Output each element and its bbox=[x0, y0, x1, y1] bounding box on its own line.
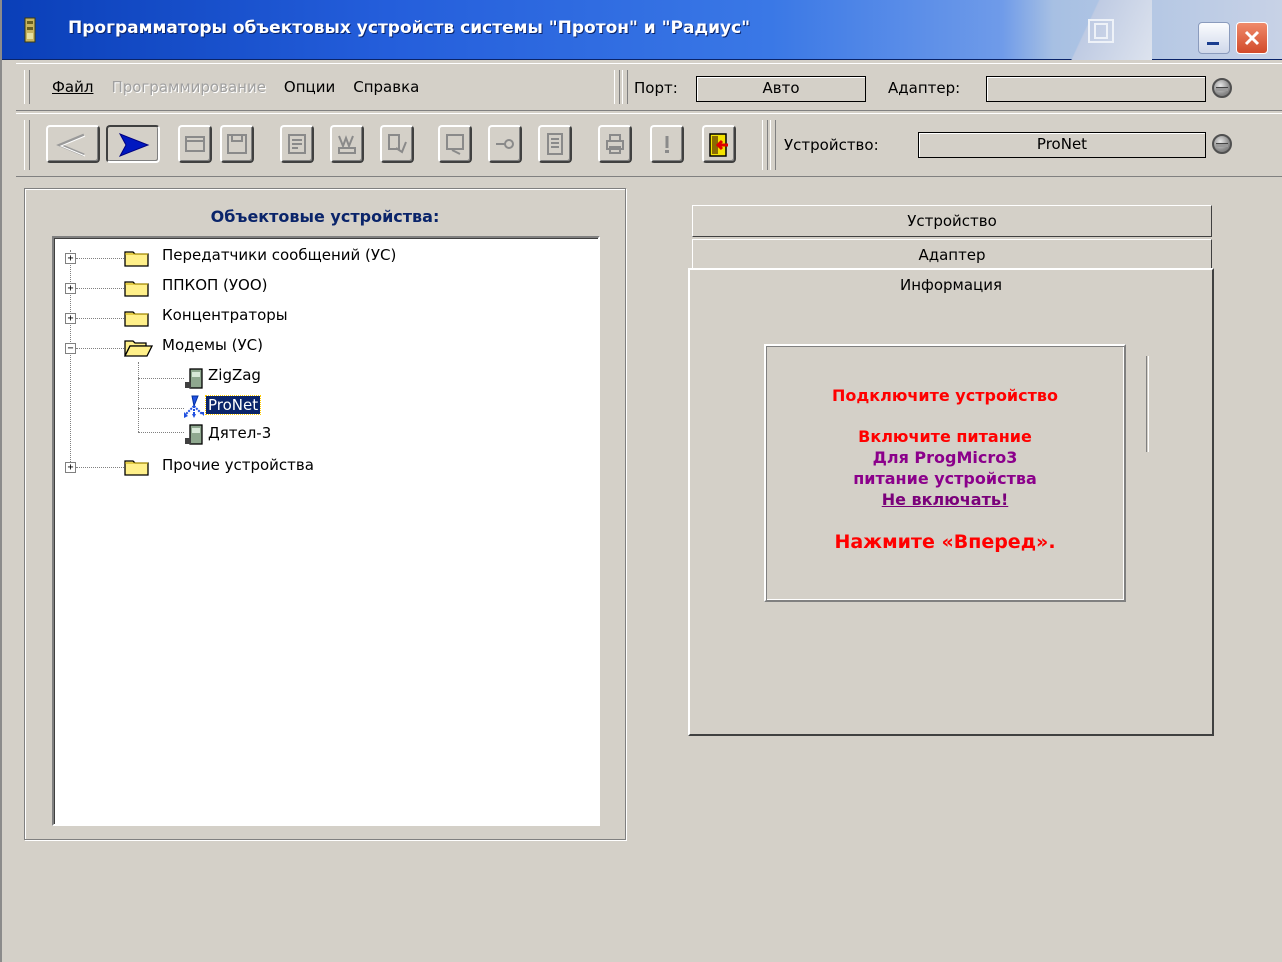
menu-grip bbox=[24, 70, 30, 104]
exit-button[interactable] bbox=[702, 125, 736, 163]
device-label: Устройство: bbox=[784, 136, 879, 154]
tree-item-pronet[interactable]: ProNet bbox=[204, 395, 262, 415]
read-button[interactable] bbox=[280, 125, 314, 163]
connection-grip-2 bbox=[622, 70, 628, 104]
tree-connector bbox=[76, 288, 124, 289]
read-icon bbox=[288, 134, 306, 154]
tree-item-transmitters[interactable]: Передатчики сообщений (УС) bbox=[162, 246, 396, 264]
folder-icon bbox=[124, 311, 149, 327]
info-line-power-device: питание устройства bbox=[853, 469, 1037, 488]
forward-icon bbox=[118, 133, 150, 157]
device-tree[interactable]: + Передатчики сообщений (УС) + ППКОП (УО… bbox=[52, 236, 600, 826]
tree-child-line bbox=[138, 362, 139, 432]
menu-programming: Программирование bbox=[111, 78, 266, 96]
verify-icon bbox=[388, 134, 407, 154]
tree-item-zigzag[interactable]: ZigZag bbox=[208, 366, 261, 384]
folder-icon bbox=[124, 281, 149, 297]
restore-deco-icon bbox=[1088, 19, 1114, 43]
menu-file-label: Файл bbox=[52, 78, 94, 96]
menu-band: Файл Программирование Опции Справка Порт… bbox=[16, 63, 1282, 111]
minimize-button[interactable] bbox=[1198, 22, 1230, 54]
port-field[interactable]: Авто bbox=[696, 76, 866, 102]
report-button[interactable] bbox=[538, 125, 572, 163]
main-window: Программаторы объектовых устройств систе… bbox=[0, 0, 1282, 962]
network-device-icon bbox=[184, 395, 204, 418]
window-title: Программаторы объектовых устройств систе… bbox=[68, 18, 751, 38]
forward-button[interactable] bbox=[106, 125, 160, 163]
collapse-icon[interactable]: − bbox=[65, 343, 76, 354]
tree-item-concentrators[interactable]: Концентраторы bbox=[162, 306, 288, 324]
toolbar-grip bbox=[24, 120, 30, 170]
info-line-do-not-turn-on: Не включать! bbox=[881, 490, 1009, 509]
verify-button[interactable] bbox=[380, 125, 414, 163]
expand-icon[interactable]: + bbox=[65, 283, 76, 294]
folder-open-icon bbox=[124, 340, 154, 357]
device-icon bbox=[185, 424, 203, 445]
menu-options[interactable]: Опции bbox=[284, 78, 335, 96]
device-status-led bbox=[1212, 134, 1232, 154]
tree-connector bbox=[138, 432, 184, 433]
menu-file[interactable]: Файл bbox=[52, 78, 93, 96]
open-button[interactable] bbox=[178, 125, 212, 163]
tree-item-ppkop[interactable]: ППКОП (УОО) bbox=[162, 276, 268, 294]
tab-information[interactable]: Информация bbox=[690, 276, 1212, 294]
edit-icon bbox=[446, 134, 464, 155]
back-icon bbox=[56, 133, 86, 157]
tree-item-modems[interactable]: Модемы (УС) bbox=[162, 336, 263, 354]
tree-connector bbox=[76, 318, 124, 319]
save-button[interactable] bbox=[220, 125, 254, 163]
key-button[interactable] bbox=[488, 125, 522, 163]
open-icon bbox=[185, 136, 205, 152]
adapter-status-led bbox=[1212, 78, 1232, 98]
info-line-connect: Подключите устройство bbox=[831, 386, 1059, 405]
edit-button[interactable] bbox=[438, 125, 472, 163]
key-icon bbox=[496, 139, 514, 149]
devices-panel-title: Объектовые устройства: bbox=[210, 207, 440, 226]
adapter-field[interactable] bbox=[986, 76, 1206, 102]
connection-grip bbox=[614, 70, 620, 104]
expand-icon[interactable]: + bbox=[65, 462, 76, 473]
info-line-press-next: Нажмите «Вперед». bbox=[834, 531, 1056, 553]
folder-icon bbox=[124, 460, 149, 476]
exit-icon bbox=[709, 133, 728, 157]
info-button[interactable] bbox=[650, 125, 684, 163]
device-icon bbox=[185, 368, 203, 389]
menu-help[interactable]: Справка bbox=[353, 78, 419, 96]
title-bar: Программаторы объектовых устройств систе… bbox=[2, 0, 1282, 60]
tree-item-other[interactable]: Прочие устройства bbox=[162, 456, 314, 474]
print-icon bbox=[606, 134, 624, 154]
back-button[interactable] bbox=[46, 125, 100, 163]
tree-connector bbox=[76, 348, 124, 349]
info-line-power: Включите питание bbox=[858, 427, 1032, 446]
app-icon bbox=[24, 17, 36, 43]
device-grip-2 bbox=[770, 120, 776, 170]
menu-bar: Файл Программирование Опции Справка bbox=[52, 78, 437, 96]
tree-item-dyatel[interactable]: Дятел-3 bbox=[208, 424, 271, 442]
tree-connector bbox=[138, 408, 184, 409]
tab-adapter[interactable]: Адаптер bbox=[692, 239, 1212, 269]
adapter-label: Адаптер: bbox=[888, 79, 961, 97]
port-label: Порт: bbox=[634, 79, 678, 97]
print-button[interactable] bbox=[598, 125, 632, 163]
folder-icon bbox=[124, 251, 149, 267]
expand-icon[interactable]: + bbox=[65, 313, 76, 324]
save-icon bbox=[227, 134, 247, 154]
write-button[interactable] bbox=[330, 125, 364, 163]
device-grip bbox=[762, 120, 768, 170]
info-icon bbox=[665, 136, 669, 153]
info-line-progmicro: Для ProgMicro3 bbox=[872, 448, 1018, 467]
tab-device[interactable]: Устройство bbox=[692, 205, 1212, 237]
tree-connector bbox=[138, 378, 184, 379]
info-message-box: Подключите устройство Включите питание Д… bbox=[764, 344, 1126, 602]
device-field[interactable]: ProNet bbox=[918, 132, 1206, 158]
tree-connector bbox=[76, 467, 124, 468]
write-icon bbox=[338, 135, 356, 154]
close-icon bbox=[1244, 30, 1260, 46]
info-scroll-indicator bbox=[1146, 356, 1149, 452]
close-button[interactable] bbox=[1236, 22, 1268, 54]
report-icon bbox=[547, 133, 563, 155]
expand-icon[interactable]: + bbox=[65, 253, 76, 264]
tree-connector bbox=[76, 258, 124, 259]
